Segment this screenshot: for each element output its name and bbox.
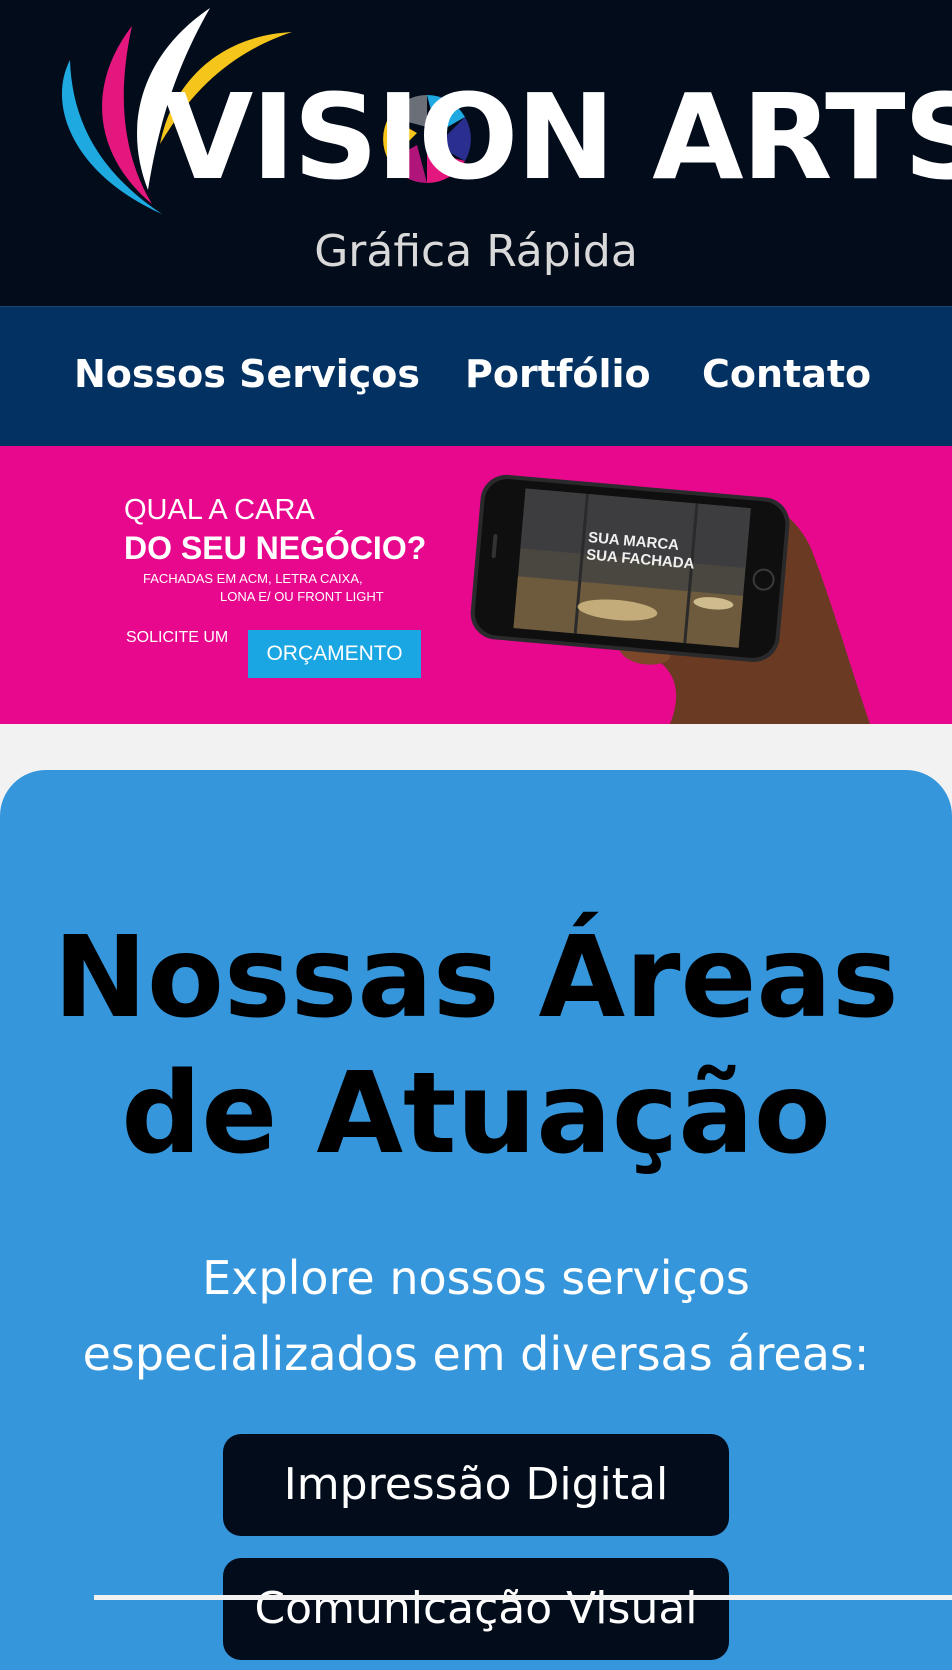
services-title: Nossas Áreas de Atuação — [0, 910, 952, 1182]
services-title-line-2: de Atuação — [121, 1049, 831, 1179]
banner-detail-1: FACHADAS EM ACM, LETRA CAIXA, — [143, 571, 363, 586]
bottom-edge-accent — [0, 1595, 94, 1600]
services-subtitle: Explore nossos serviços especializados e… — [0, 1240, 952, 1392]
bottom-edge — [0, 1595, 952, 1600]
services-title-line-1: Nossas Áreas — [53, 913, 899, 1043]
banner-headline-1: QUAL A CARA — [124, 494, 315, 526]
phone-illustration: SUA MARCA SUA FACHADA — [470, 446, 952, 724]
smartphone-icon — [470, 474, 870, 724]
quote-button[interactable]: ORÇAMENTO — [248, 630, 421, 678]
logo-text: VISION ARTS — [162, 68, 952, 206]
main-nav: Nossos Serviços Portfólio Contato — [0, 306, 952, 447]
promo-banner[interactable]: QUAL A CARA DO SEU NEGÓCIO? FACHADAS EM … — [0, 446, 952, 724]
nav-link-portfolio[interactable]: Portfólio — [465, 355, 651, 393]
service-button-impressao-digital[interactable]: Impressão Digital — [223, 1434, 729, 1536]
nav-link-servicos[interactable]: Nossos Serviços — [74, 355, 420, 393]
banner-headline-2: DO SEU NEGÓCIO? — [124, 530, 427, 566]
tagline: Gráfica Rápida — [314, 226, 638, 277]
services-section: Nossas Áreas de Atuação Explore nossos s… — [0, 770, 952, 1670]
banner-detail-2: LONA E/ OU FRONT LIGHT — [220, 589, 384, 604]
banner-cta-prefix: SOLICITE UM — [126, 629, 229, 646]
logo[interactable]: VISION ARTS — [52, 4, 952, 224]
services-subtitle-line-1: Explore nossos serviços — [202, 1251, 750, 1305]
services-subtitle-line-2: especializados em diversas áreas: — [82, 1327, 870, 1381]
site-header: VISION ARTS Gráfica Rápida — [0, 0, 952, 306]
nav-link-contato[interactable]: Contato — [702, 355, 871, 393]
service-button-comunicacao-visual[interactable]: Comunicação Visual — [223, 1558, 729, 1660]
